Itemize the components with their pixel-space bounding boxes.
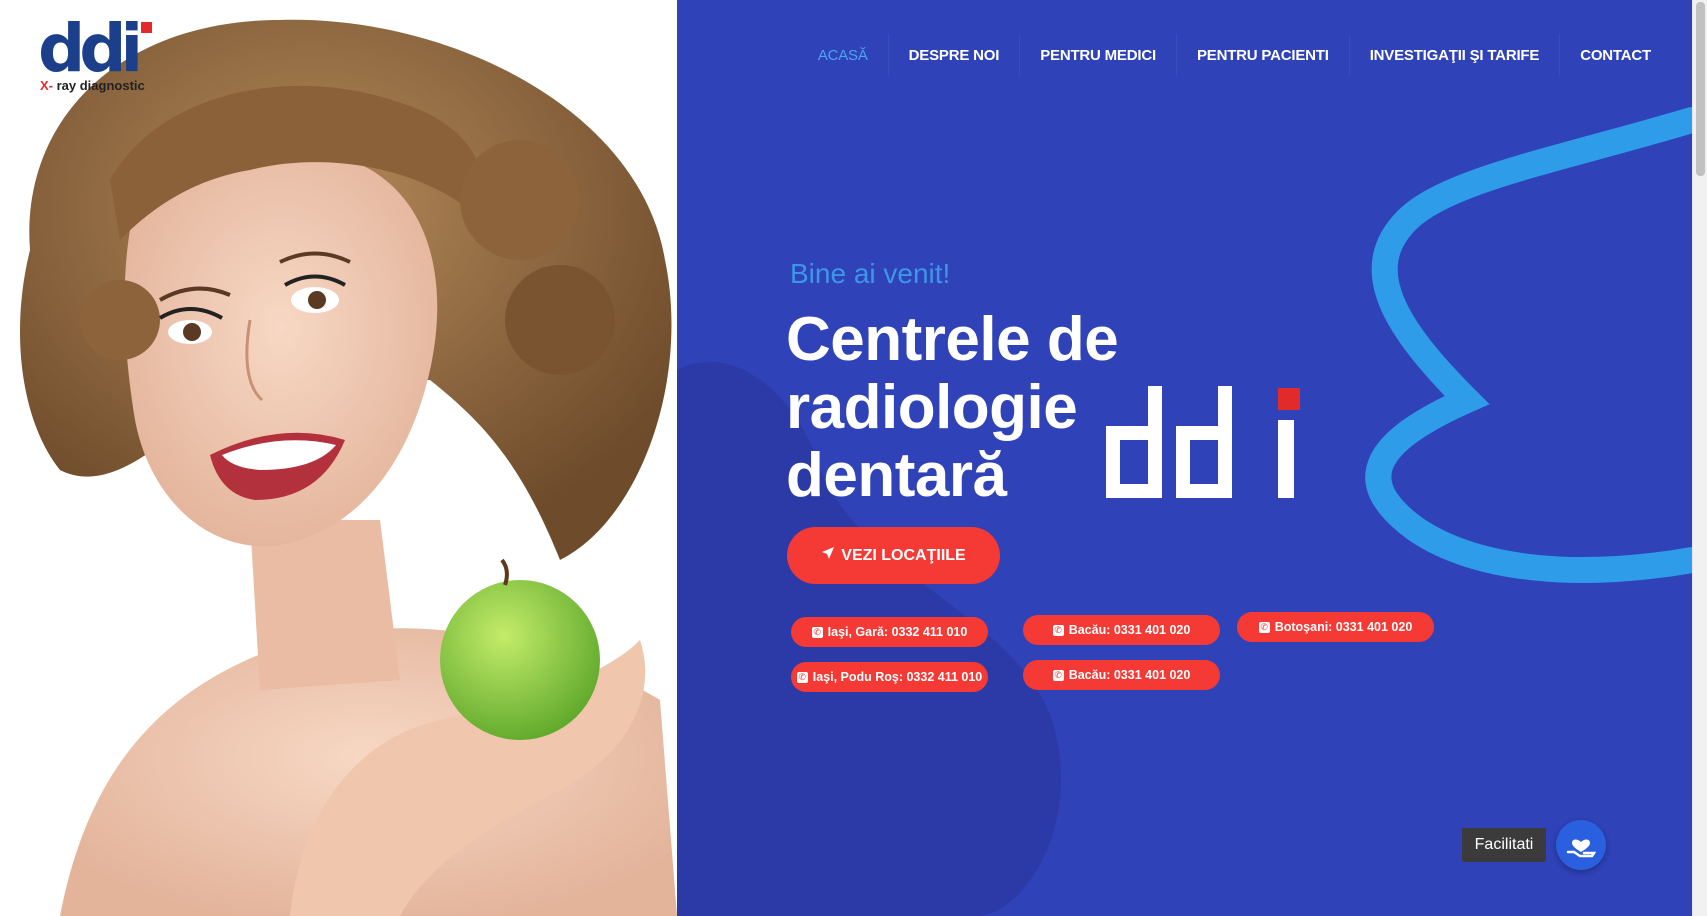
phone-icon: ✆ [1258, 621, 1270, 633]
hero-ddi-logo [1106, 386, 1300, 498]
hero-title-line1: Centrele de [786, 305, 1119, 374]
view-locations-button[interactable]: VEZI LOCAŢIILE [787, 527, 1000, 584]
main-nav: ACASĂ DESPRE NOI PENTRU MEDICI PENTRU PA… [798, 34, 1671, 76]
phone-botosani[interactable]: ✆ Botoşani: 0331 401 020 [1237, 612, 1434, 642]
logo-tag-rest: ray diagnostic [53, 78, 145, 93]
logo-word: ddi [38, 10, 143, 87]
phone-icon: ✆ [796, 671, 808, 683]
logo-tagline: X- ray diagnostic [40, 78, 145, 93]
nav-investigatii-tarife[interactable]: INVESTIGAŢII ŞI TARIFE [1348, 34, 1560, 76]
facilities-label[interactable]: Facilitati [1462, 828, 1546, 862]
phone-iasi-podu-ros[interactable]: ✆ Iaşi, Podu Roş: 0332 411 010 [791, 662, 988, 692]
welcome-text: Bine ai venit! [790, 258, 951, 289]
site-logo[interactable]: ddi X- ray diagnostic [38, 10, 158, 98]
logo-red-dot [141, 22, 152, 33]
logo-tag-x: X- [40, 78, 53, 93]
woman-with-apple-image [20, 19, 677, 916]
hero-title: Centrele de radiologie dentară [786, 306, 1146, 510]
facilities-button[interactable] [1556, 820, 1606, 870]
phone-label: Iaşi, Gară: 0332 411 010 [827, 625, 968, 639]
location-arrow-icon [821, 546, 835, 565]
phone-iasi-gara[interactable]: ✆ Iaşi, Gară: 0332 411 010 [791, 617, 988, 647]
phone-bacau-1[interactable]: ✆ Bacău: 0331 401 020 [1023, 615, 1220, 645]
hand-heart-icon [1566, 839, 1596, 858]
phone-icon: ✆ [811, 626, 823, 638]
phone-icon: ✆ [1052, 624, 1064, 636]
phone-label: Bacău: 0331 401 020 [1068, 668, 1191, 682]
nav-contact[interactable]: CONTACT [1559, 34, 1671, 76]
phone-bacau-2[interactable]: ✆ Bacău: 0331 401 020 [1023, 660, 1220, 690]
phone-label: Iaşi, Podu Roş: 0332 411 010 [812, 670, 983, 684]
phone-label: Bacău: 0331 401 020 [1068, 623, 1191, 637]
nav-pentru-pacienti[interactable]: PENTRU PACIENTI [1175, 34, 1349, 76]
phone-icon: ✆ [1052, 669, 1064, 681]
scrollbar-thumb[interactable] [1696, 2, 1705, 176]
nav-acasa[interactable]: ACASĂ [798, 34, 888, 76]
nav-pentru-medici[interactable]: PENTRU MEDICI [1019, 34, 1176, 76]
page-scrollbar[interactable] [1692, 0, 1707, 916]
hero-photo [0, 0, 677, 916]
phone-label: Botoşani: 0331 401 020 [1274, 620, 1413, 634]
nav-despre-noi[interactable]: DESPRE NOI [887, 34, 1020, 76]
cta-label: VEZI LOCAŢIILE [841, 546, 966, 564]
hero-title-line2: radiologie [786, 373, 1078, 442]
hero-title-line3: dentară [786, 441, 1007, 510]
